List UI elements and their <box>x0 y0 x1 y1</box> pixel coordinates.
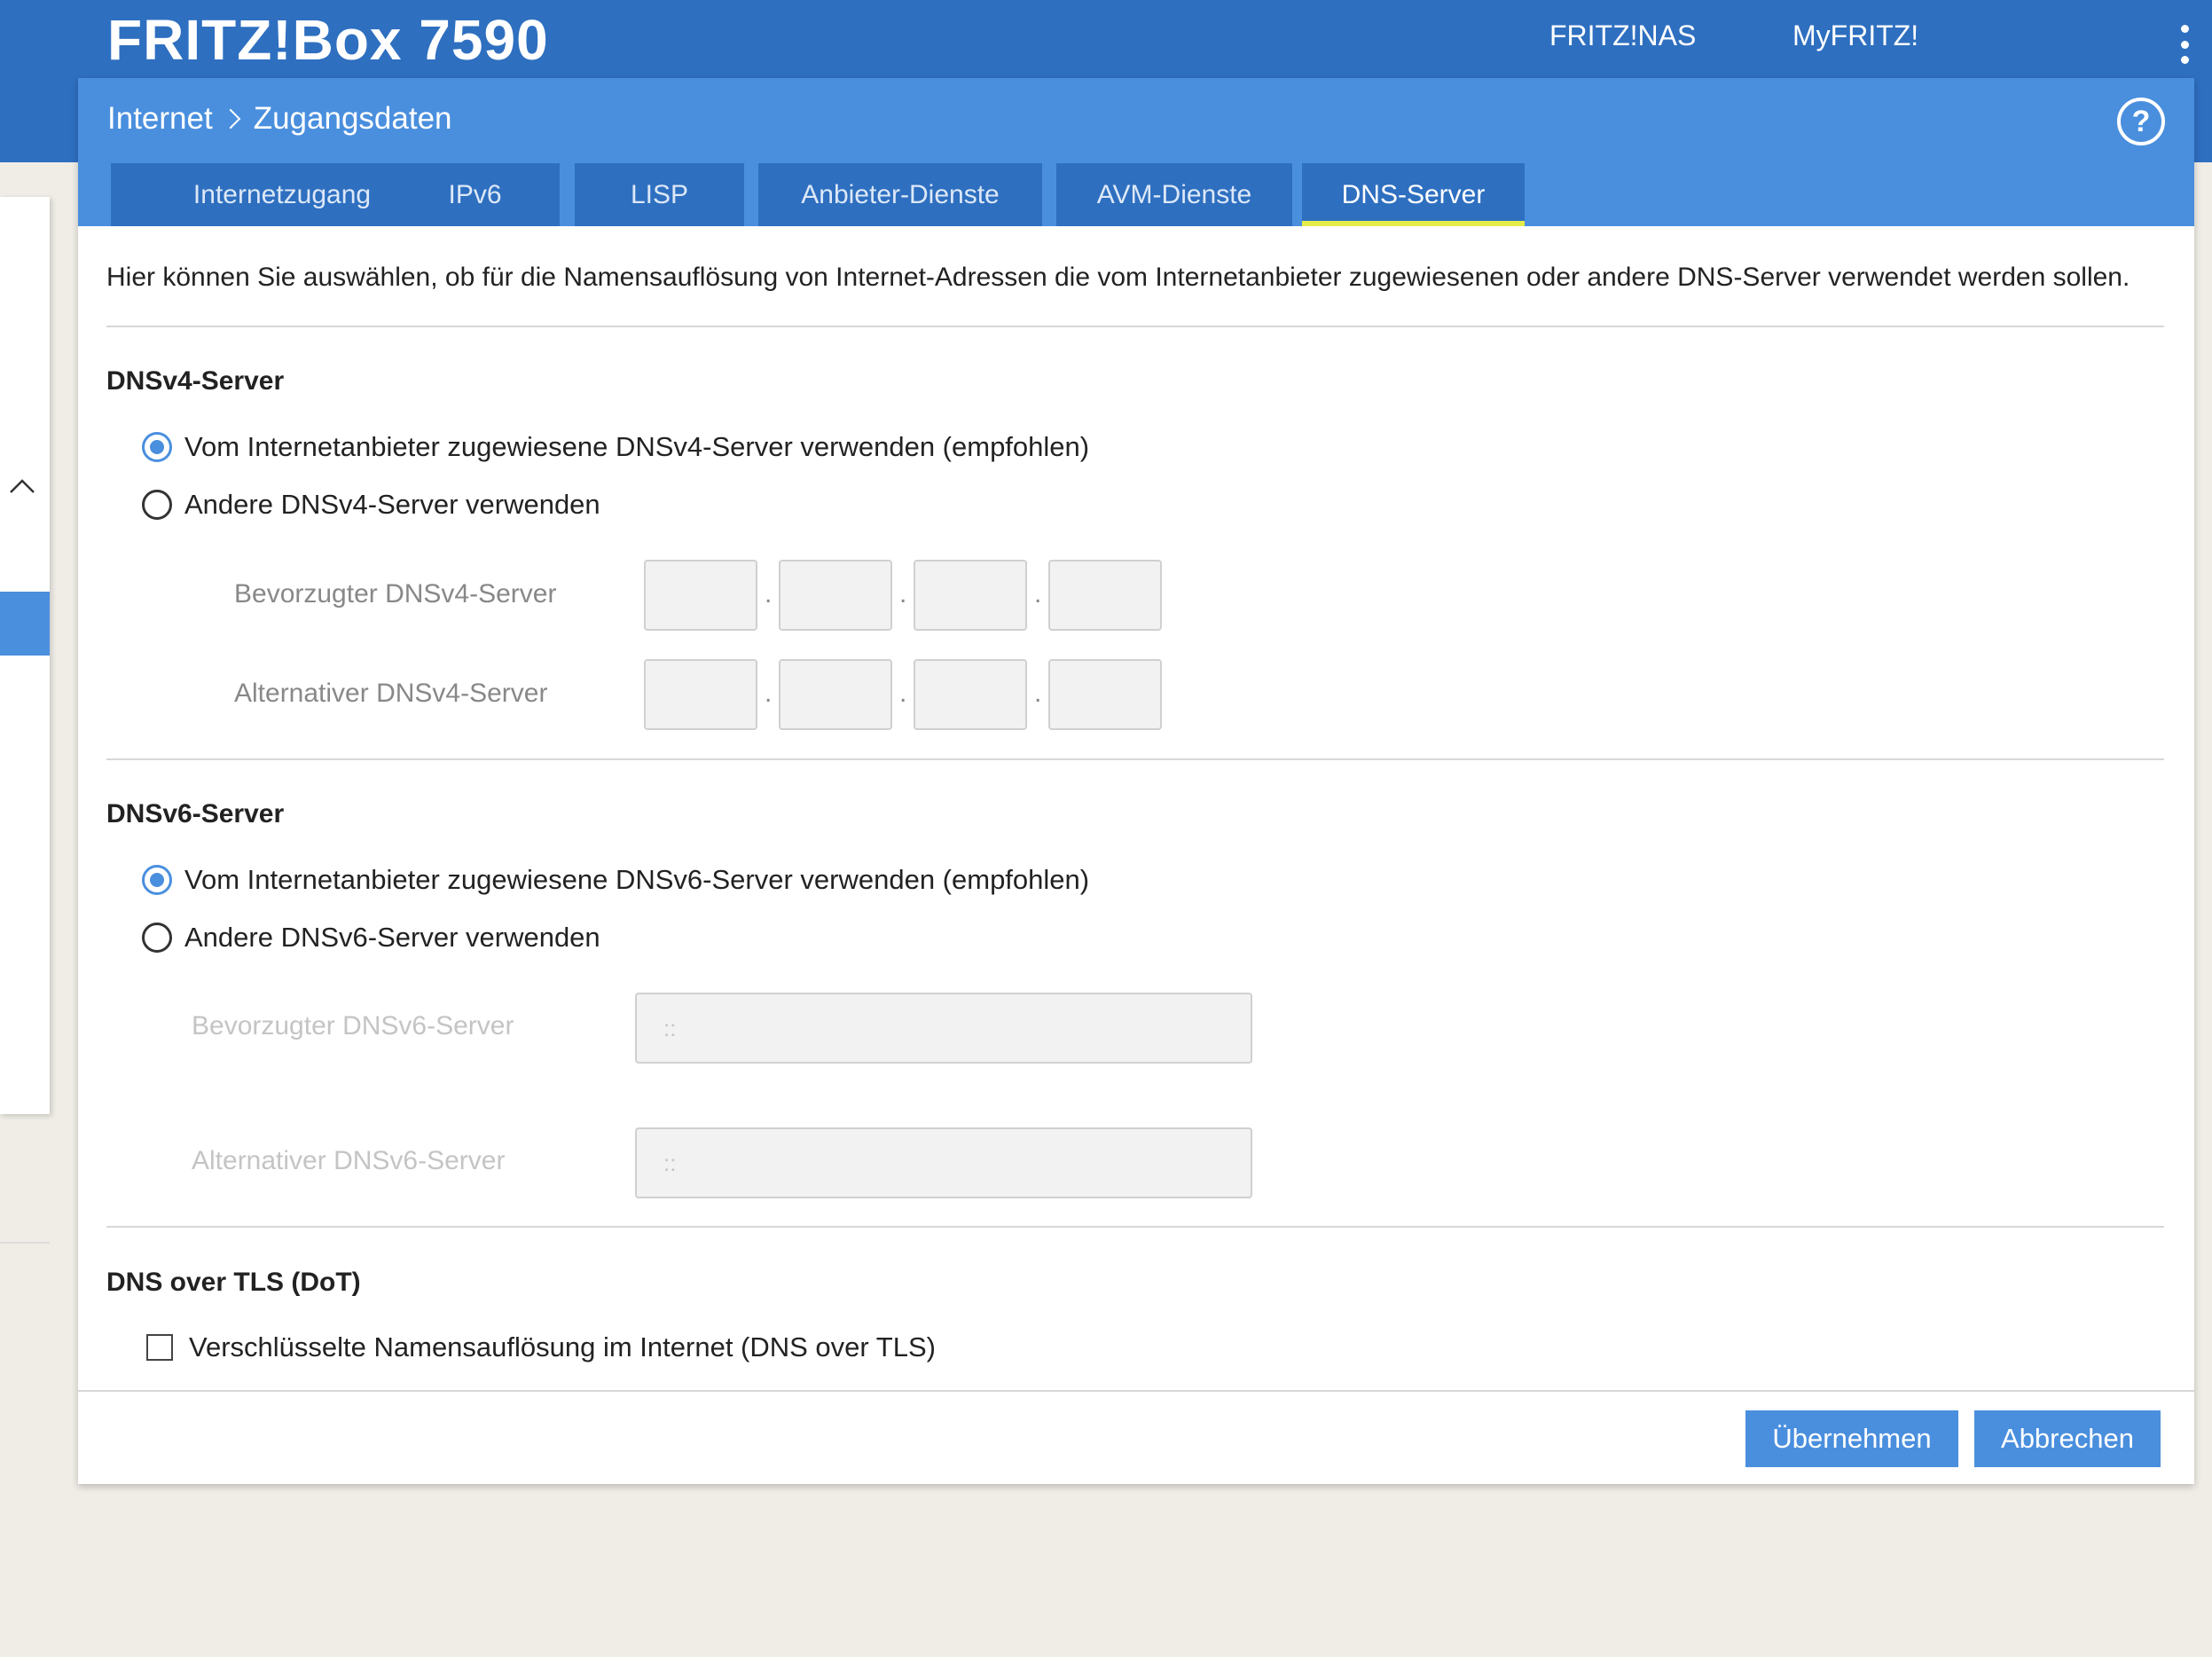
breadcrumb-chevron-icon <box>220 108 241 130</box>
card-header: Internet Zugangsdaten ? Internetzugang I… <box>78 78 2194 226</box>
dnsv6-alternative-label: Alternativer DNSv6-Server <box>192 1146 506 1175</box>
octet-separator: . <box>899 579 907 609</box>
main-card: Internet Zugangsdaten ? Internetzugang I… <box>78 78 2194 1484</box>
dnsv4-alternative-octet-2[interactable] <box>779 659 892 730</box>
dnsv6-isp-option[interactable]: Vom Internetanbieter zugewiesene DNSv6-S… <box>142 864 1089 896</box>
octet-separator: . <box>765 579 773 609</box>
breadcrumb: Internet Zugangsdaten <box>107 101 452 137</box>
dnsv4-section-title: DNSv4-Server <box>106 366 285 396</box>
tab-lisp[interactable]: LISP <box>575 163 744 226</box>
dnsv6-other-label: Andere DNSv6-Server verwenden <box>184 922 600 953</box>
fritznas-link[interactable]: FRITZ!NAS <box>1549 20 1696 52</box>
myfritz-link[interactable]: MyFRITZ! <box>1792 20 1918 52</box>
footer-divider <box>78 1390 2194 1392</box>
dnsv6-isp-label: Vom Internetanbieter zugewiesene DNSv6-S… <box>184 864 1090 895</box>
dnsv4-preferred-label: Bevorzugter DNSv4-Server <box>234 579 557 609</box>
dnsv4-preferred-octet-3[interactable] <box>914 560 1027 631</box>
dot-option[interactable]: Verschlüsselte Namensauflösung im Intern… <box>146 1331 936 1363</box>
dot-section-title: DNS over TLS (DoT) <box>106 1268 361 1297</box>
dnsv4-isp-option[interactable]: Vom Internetanbieter zugewiesene DNSv4-S… <box>142 431 1089 463</box>
radio-selected-icon[interactable] <box>142 432 172 462</box>
dnsv4-alternative-octet-1[interactable] <box>644 659 757 730</box>
divider <box>106 758 2164 760</box>
dnsv4-other-option[interactable]: Andere DNSv4-Server verwenden <box>142 489 600 521</box>
dnsv6-alternative-input[interactable]: :: <box>635 1127 1252 1198</box>
dnsv4-alternative-octet-3[interactable] <box>914 659 1027 730</box>
dnsv4-preferred-octet-4[interactable] <box>1048 560 1162 631</box>
dnsv4-preferred-octet-1[interactable] <box>644 560 757 631</box>
octet-separator: . <box>1034 679 1042 708</box>
radio-unselected-icon[interactable] <box>142 490 172 520</box>
help-icon[interactable]: ? <box>2117 98 2165 145</box>
dnsv6-preferred-input[interactable]: :: <box>635 993 1252 1064</box>
dnsv4-alternative-label: Alternativer DNSv4-Server <box>234 679 548 708</box>
octet-separator: . <box>765 679 773 708</box>
brand-title: FRITZ!Box 7590 <box>107 8 549 72</box>
tab-dns-server[interactable]: DNS-Server <box>1302 163 1525 226</box>
apply-button[interactable]: Übernehmen <box>1745 1410 1958 1467</box>
divider <box>106 1226 2164 1228</box>
cancel-button[interactable]: Abbrechen <box>1974 1410 2161 1467</box>
dnsv6-preferred-label: Bevorzugter DNSv6-Server <box>192 1011 514 1041</box>
radio-selected-icon[interactable] <box>142 865 172 895</box>
divider <box>106 326 2164 327</box>
dnsv4-isp-label: Vom Internetanbieter zugewiesene DNSv4-S… <box>184 431 1090 462</box>
checkbox-unchecked-icon[interactable] <box>146 1334 173 1361</box>
tab-ipv6[interactable]: IPv6 <box>390 163 560 226</box>
dot-checkbox-label: Verschlüsselte Namensauflösung im Intern… <box>189 1331 936 1363</box>
more-menu-icon[interactable] <box>2177 25 2192 64</box>
side-navigation <box>0 197 50 1244</box>
intro-text: Hier können Sie auswählen, ob für die Na… <box>106 263 2130 292</box>
dnsv6-section-title: DNSv6-Server <box>106 799 285 828</box>
tab-avm-dienste[interactable]: AVM-Dienste <box>1056 163 1292 226</box>
tab-anbieter-dienste[interactable]: Anbieter-Dienste <box>758 163 1042 226</box>
breadcrumb-current: Zugangsdaten <box>253 101 452 136</box>
chevron-up-icon[interactable] <box>9 477 35 495</box>
side-divider <box>0 1242 50 1244</box>
side-nav-active-item[interactable] <box>0 592 50 656</box>
breadcrumb-parent[interactable]: Internet <box>107 101 213 137</box>
octet-separator: . <box>899 679 907 708</box>
dnsv4-other-label: Andere DNSv4-Server verwenden <box>184 489 600 520</box>
radio-unselected-icon[interactable] <box>142 923 172 953</box>
octet-separator: . <box>1034 579 1042 609</box>
dnsv4-alternative-octet-4[interactable] <box>1048 659 1162 730</box>
dnsv6-other-option[interactable]: Andere DNSv6-Server verwenden <box>142 922 600 954</box>
dnsv4-preferred-octet-2[interactable] <box>779 560 892 631</box>
